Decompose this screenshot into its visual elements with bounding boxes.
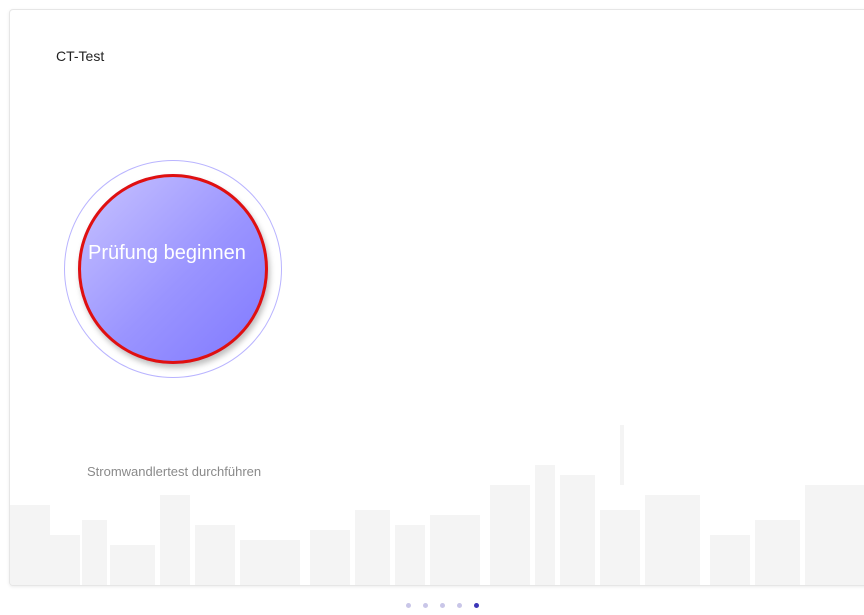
test-description: Stromwandlertest durchführen — [87, 464, 262, 479]
skyline-background — [10, 425, 864, 585]
app-stage: CT-Test Stromwandlertest durchführen Prü… — [0, 0, 864, 615]
pagination-dots — [0, 603, 864, 608]
pagination-dot-4[interactable] — [456, 603, 462, 608]
start-test-button[interactable] — [78, 174, 268, 364]
card-title: CT-Test — [56, 48, 105, 64]
pagination-dot-2[interactable] — [422, 603, 428, 608]
pagination-dot-1[interactable] — [405, 603, 411, 608]
pagination-dot-5[interactable] — [473, 603, 479, 608]
pagination-dot-3[interactable] — [439, 603, 445, 608]
